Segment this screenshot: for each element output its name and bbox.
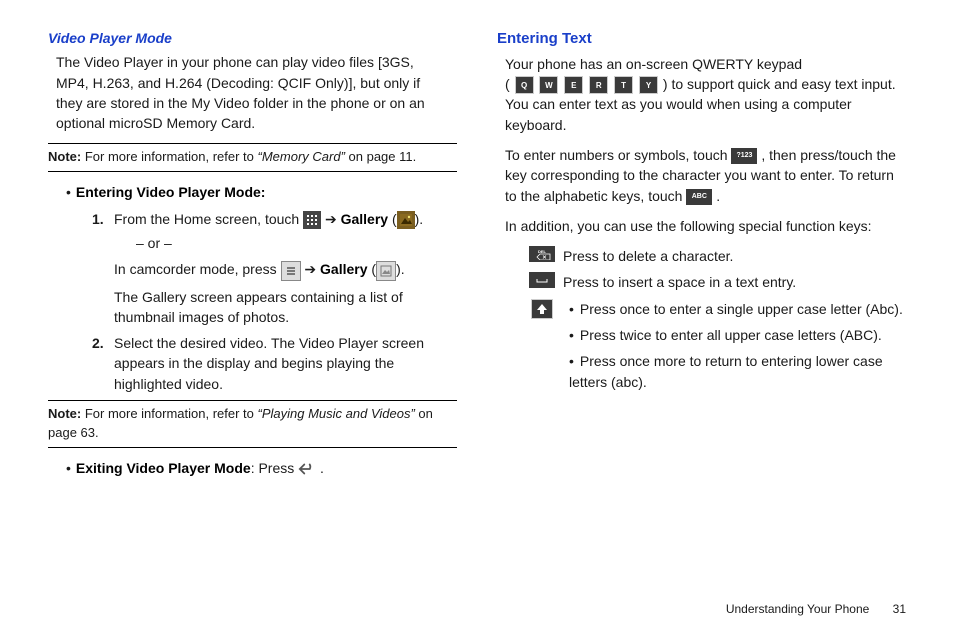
- step-number-2: 2.: [92, 333, 104, 353]
- exit-label: Exiting Video Player Mode: [76, 460, 251, 476]
- entering-text-p2: To enter numbers or symbols, touch ?123 …: [505, 145, 898, 206]
- delete-key-icon: DEL: [529, 246, 555, 262]
- video-player-mode-heading: Video Player Mode: [48, 28, 457, 48]
- step-1b: In camcorder mode, press ➔ Gallery ().: [114, 259, 457, 280]
- p2c: .: [712, 188, 720, 204]
- entering-video-player-mode-bullet: • Entering Video Player Mode:: [66, 182, 457, 202]
- arrow: ➔: [321, 211, 341, 227]
- key-w: W: [539, 76, 558, 94]
- special-keys-table: DEL Press to delete a character. Press t…: [527, 246, 906, 398]
- fn-shift-2: Press twice to enter all upper case lett…: [569, 325, 906, 345]
- two-column-layout: Video Player Mode The Video Player in yo…: [48, 28, 906, 482]
- key-y: Y: [639, 76, 658, 94]
- entering-text-p1: Your phone has an on-screen QWERTY keypa…: [505, 54, 898, 135]
- step-1c: The Gallery screen appears containing a …: [114, 287, 457, 328]
- note-body: For more information, refer to: [81, 149, 257, 164]
- p1a: Your phone has an on-screen QWERTY keypa…: [505, 56, 802, 72]
- paren-open: (: [388, 211, 397, 227]
- note-label: Note:: [48, 149, 81, 164]
- p1-open: (: [505, 76, 510, 92]
- touch-word: touch: [265, 211, 299, 227]
- footer-page-number: 31: [893, 602, 906, 616]
- note-memory-card: Note: For more information, refer to “Me…: [48, 143, 457, 172]
- fn-row-space: Press to insert a space in a text entry.: [527, 272, 906, 292]
- gallery-picture-icon: [397, 211, 415, 229]
- key-abc: ABC: [686, 189, 712, 205]
- step-number: 1.: [92, 209, 104, 229]
- svg-text:DEL: DEL: [538, 249, 547, 254]
- right-column: Entering Text Your phone has an on-scree…: [497, 28, 906, 482]
- entering-text-p3: In addition, you can use the following s…: [505, 216, 898, 236]
- bullet-label: Entering Video Player Mode:: [76, 184, 266, 200]
- fn-space-text: Press to insert a space in a text entry.: [557, 272, 906, 292]
- back-icon: [298, 460, 316, 478]
- step-text-a: From the Home screen,: [114, 211, 265, 227]
- key-q: Q: [515, 76, 534, 94]
- video-player-intro: The Video Player in your phone can play …: [56, 52, 449, 133]
- gallery-label-2: Gallery: [320, 261, 367, 277]
- fn-shift-1: Press once to enter a single upper case …: [569, 299, 906, 319]
- paren-open-2: (: [368, 261, 377, 277]
- key-t: T: [614, 76, 633, 94]
- step1b-text-a: In camcorder mode, press: [114, 261, 281, 277]
- apps-grid-icon: [303, 211, 321, 229]
- arrow-2: ➔: [301, 261, 321, 277]
- fn-row-delete: DEL Press to delete a character.: [527, 246, 906, 266]
- page-footer: Understanding Your Phone 31: [726, 602, 906, 616]
- note-tail: on page 11.: [345, 149, 416, 164]
- p2a: To enter numbers or symbols, touch: [505, 147, 731, 163]
- fn-shift-3: Press once more to return to entering lo…: [569, 351, 906, 392]
- key-123: ?123: [731, 148, 757, 164]
- left-column: Video Player Mode The Video Player in yo…: [48, 28, 457, 482]
- fn-shift-body: Press once to enter a single upper case …: [563, 299, 906, 398]
- exit-tail: : Press: [251, 460, 298, 476]
- note-playing-music: Note: For more information, refer to “Pl…: [48, 400, 457, 448]
- exiting-video-player-mode-bullet: • Exiting Video Player Mode: Press .: [66, 458, 457, 478]
- note2-ref: “Playing Music and Videos”: [258, 406, 415, 421]
- key-e: E: [564, 76, 583, 94]
- steps-list: 1. From the Home screen, touch ➔ Gallery…: [92, 209, 457, 394]
- menu-icon: [281, 261, 301, 281]
- step-2: 2. Select the desired video. The Video P…: [92, 333, 457, 394]
- note2-body: For more information, refer to: [81, 406, 257, 421]
- picture-outline-icon: [376, 261, 396, 281]
- space-key-icon: [529, 272, 555, 288]
- entering-text-heading: Entering Text: [497, 28, 906, 50]
- footer-section: Understanding Your Phone: [726, 602, 869, 616]
- step-1: 1. From the Home screen, touch ➔ Gallery…: [92, 209, 457, 327]
- gallery-label: Gallery: [341, 211, 388, 227]
- fn-delete-text: Press to delete a character.: [557, 246, 906, 266]
- fn-row-shift: Press once to enter a single upper case …: [527, 299, 906, 398]
- key-r: R: [589, 76, 608, 94]
- shift-key-icon: [531, 299, 553, 319]
- exit-period: .: [320, 460, 324, 476]
- note2-label: Note:: [48, 406, 81, 421]
- or-divider: – or –: [136, 233, 457, 253]
- page: Video Player Mode The Video Player in yo…: [0, 0, 954, 636]
- note-ref: “Memory Card”: [258, 149, 345, 164]
- paren-close: ).: [415, 211, 424, 227]
- step-2-text: Select the desired video. The Video Play…: [114, 335, 424, 392]
- paren-close-2: ).: [396, 261, 405, 277]
